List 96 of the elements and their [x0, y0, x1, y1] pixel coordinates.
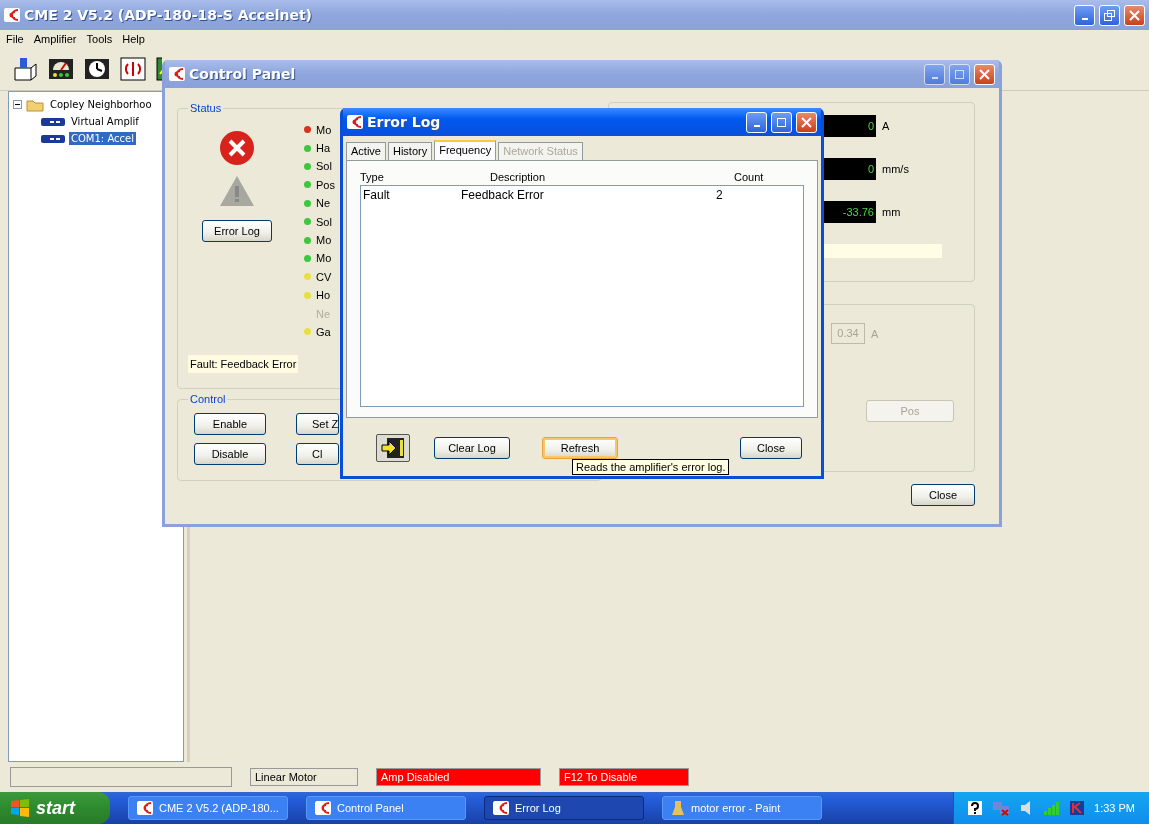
menu-item[interactable]: Help — [122, 33, 145, 45]
window-title: CME 2 V5.2 (ADP-180-18-S Accelnet) — [24, 7, 313, 23]
tooltip: Reads the amplifier's error log. — [572, 459, 730, 475]
error-icon — [219, 130, 255, 166]
fault-message: Fault: Feedback Error — [188, 355, 299, 373]
status-label: Pos — [316, 178, 335, 191]
restore-button[interactable] — [1099, 4, 1120, 26]
window-title: Control Panel — [189, 66, 297, 82]
status-label: Ne — [316, 307, 331, 320]
status-label: Ne — [316, 197, 331, 210]
close-icon — [1129, 9, 1140, 21]
minimize-button[interactable] — [746, 111, 767, 133]
close-icon — [801, 116, 812, 128]
status-label: Sol — [316, 215, 332, 228]
windows-logo-icon — [10, 799, 30, 817]
control-button[interactable]: Disable — [194, 443, 266, 465]
taskbar-button[interactable]: Error Log — [484, 796, 644, 820]
box-icon[interactable] — [12, 56, 38, 82]
menu-item[interactable]: Tools — [86, 33, 113, 45]
close-button[interactable] — [974, 63, 995, 85]
unit-label: A — [882, 120, 891, 132]
tree-item[interactable]: Copley Neighborhoo — [48, 98, 154, 111]
paint-icon — [671, 800, 685, 816]
app-logo-icon — [315, 801, 331, 815]
maximize-icon — [955, 69, 964, 79]
unit-label: mm/s — [882, 163, 910, 175]
status-label: Ho — [316, 289, 331, 302]
tree-item[interactable]: Virtual Amplif — [69, 115, 141, 128]
control-button[interactable]: Set Z — [296, 413, 339, 435]
column-header: Type — [360, 171, 385, 185]
group-title: Status — [189, 102, 223, 114]
tree-item[interactable]: COM1: Accel — [69, 132, 136, 145]
maximize-icon — [777, 117, 786, 127]
export-button[interactable] — [376, 434, 410, 462]
table-cell-text: Fault — [363, 188, 391, 202]
close-button[interactable] — [1124, 4, 1145, 26]
status-label: Ha — [316, 142, 331, 155]
close-button[interactable] — [796, 111, 817, 133]
minimize-button[interactable] — [924, 63, 945, 85]
unit-label: mm — [882, 206, 902, 218]
clock: 1:33 PM — [1094, 802, 1135, 814]
status-field: F12 To Disable — [559, 768, 689, 786]
clear-log-button[interactable]: Clear Log — [434, 437, 510, 459]
taskbar-button[interactable]: CME 2 V5.2 (ADP-180... — [128, 796, 288, 820]
collapse-icon[interactable] — [13, 100, 22, 109]
status-field: Amp Disabled — [376, 768, 541, 786]
taskbar-button[interactable]: Control Panel — [306, 796, 466, 820]
app-logo-icon — [347, 115, 363, 129]
control-button[interactable]: Cl — [296, 443, 339, 465]
table-cell-text: 2 — [716, 188, 724, 202]
menu-item[interactable]: Amplifier — [33, 33, 77, 45]
warning-icon — [219, 174, 255, 208]
window-title: Error Log — [367, 114, 442, 130]
minimize-icon — [1081, 18, 1088, 20]
amplifier-icon — [41, 133, 65, 144]
signal-icon[interactable] — [120, 56, 146, 82]
tab[interactable]: History — [387, 142, 433, 160]
app-logo-icon — [4, 8, 20, 22]
folder-icon — [26, 97, 44, 112]
table-cell-text: Feedback Error — [461, 188, 545, 202]
close-button[interactable]: Close — [740, 437, 802, 459]
status-label: Ga — [316, 326, 331, 338]
status-label: Mo — [316, 252, 332, 265]
minimize-icon — [753, 125, 760, 127]
minimize-button[interactable] — [1074, 4, 1095, 26]
minimize-icon — [931, 77, 938, 79]
column-header: Description — [490, 171, 547, 185]
group-title: Control — [189, 393, 227, 405]
k-icon[interactable] — [1070, 801, 1085, 815]
tab[interactable]: Frequency — [434, 140, 497, 160]
restore-icon — [1104, 9, 1115, 21]
error-log-button[interactable]: Error Log — [202, 220, 272, 242]
status-label: CV — [316, 270, 332, 283]
control-button[interactable]: Enable — [194, 413, 266, 435]
close-icon — [979, 68, 990, 80]
unit-label: A — [871, 327, 880, 340]
status-field: Linear Motor — [250, 768, 358, 786]
gauge-icon[interactable] — [48, 56, 74, 82]
maximize-button[interactable] — [949, 63, 970, 85]
close-button[interactable]: Close — [911, 484, 975, 506]
start-button[interactable]: start — [0, 792, 110, 824]
app-logo-icon — [137, 801, 153, 815]
status-label: Mo — [316, 123, 332, 136]
clock-icon[interactable] — [84, 56, 110, 82]
app-logo-icon — [169, 67, 185, 81]
amplifier-icon — [41, 116, 65, 127]
status-label: Sol — [316, 160, 332, 173]
refresh-button[interactable]: Refresh — [542, 437, 618, 459]
taskbar-button[interactable]: motor error - Paint — [662, 796, 822, 820]
tab[interactable]: Active — [346, 142, 386, 160]
help-icon[interactable] — [968, 801, 983, 815]
column-header: Count — [733, 171, 765, 185]
app-logo-icon — [493, 801, 509, 815]
menu-item[interactable]: File — [6, 33, 24, 45]
maximize-button[interactable] — [771, 111, 792, 133]
status-label: Mo — [316, 234, 332, 247]
